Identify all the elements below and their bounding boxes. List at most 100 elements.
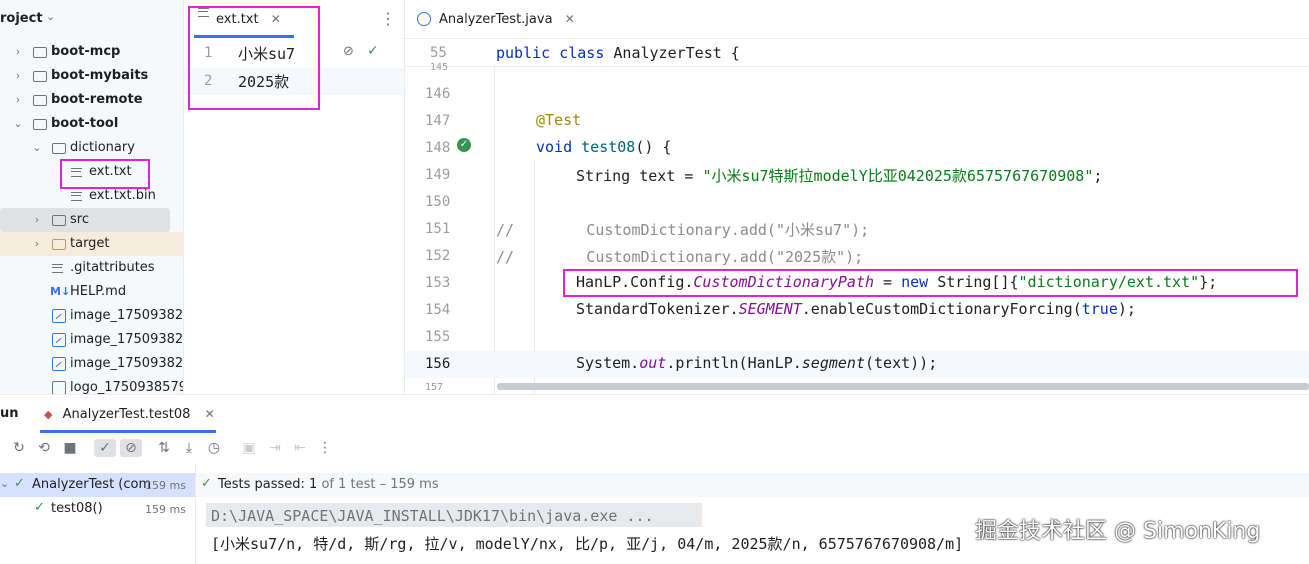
- code-line[interactable]: 2025款: [238, 71, 289, 92]
- code-line[interactable]: StandardTokenizer.SEGMENT.enableCustomDi…: [576, 300, 1136, 318]
- tree-item-label: ext.txt.bin: [89, 188, 156, 203]
- more-options-icon[interactable]: ⋮: [380, 9, 396, 28]
- tree-item-dictionary[interactable]: ⌄ dictionary: [0, 136, 183, 160]
- line-number: 146: [425, 86, 451, 102]
- show-passed-toggle[interactable]: ✓: [94, 439, 116, 457]
- code-line[interactable]: // CustomDictionary.add("小米su7");: [496, 219, 869, 240]
- code-line[interactable]: String text = "小米su7特斯拉modelY比亚042025款65…: [576, 165, 1102, 186]
- tree-item-label: src: [70, 212, 89, 227]
- main-editor: AnalyzerTest.java ✕ 55 public class Anal…: [405, 0, 1309, 394]
- main-tab-bar: AnalyzerTest.java ✕: [405, 0, 1309, 39]
- test-row-selected[interactable]: ⌄ ✓ AnalyzerTest (com 159 ms: [0, 473, 195, 497]
- code-line[interactable]: System.out.println(HanLP.segment(text));: [576, 354, 937, 372]
- line-number: 157: [425, 382, 444, 393]
- tree-item-image[interactable]: image_175093825: [0, 328, 183, 352]
- tree-item-label: boot-tool: [51, 116, 119, 131]
- export-icon[interactable]: ⇤: [291, 439, 309, 457]
- check-icon: ✓: [201, 476, 212, 491]
- keyword: public class: [496, 44, 614, 62]
- import-icon[interactable]: ⇥: [266, 439, 284, 457]
- tree-item-ext-txt-bin[interactable]: ext.txt.bin: [0, 184, 183, 208]
- history-icon[interactable]: ◷: [205, 439, 223, 457]
- tree-item-boot-mcp[interactable]: › boot-mcp: [0, 40, 183, 64]
- chevron-right-icon[interactable]: ›: [12, 88, 24, 112]
- code-text: String text =: [576, 167, 703, 185]
- chevron-down-icon[interactable]: ⌄: [0, 477, 9, 490]
- image-file-icon: [52, 309, 66, 323]
- keyword: new: [901, 273, 929, 291]
- tree-item-label: image_175093825: [70, 332, 184, 347]
- comment-marker: //: [496, 248, 515, 266]
- code-line[interactable]: HanLP.Config.CustomDictionaryPath = new …: [576, 273, 1217, 291]
- tree-item-help-md[interactable]: M↓ HELP.md: [0, 280, 183, 304]
- line-number: 152: [425, 248, 451, 264]
- line-number: 145: [430, 62, 449, 73]
- chevron-down-icon[interactable]: ⌄: [31, 136, 43, 160]
- close-icon[interactable]: ✕: [565, 12, 575, 26]
- tree-item-boot-remote[interactable]: › boot-remote: [0, 88, 183, 112]
- more-options-icon[interactable]: ⋮: [316, 439, 334, 457]
- console-output-line[interactable]: [小米su7/n, 特/d, 斯/rg, 拉/v, modelY/nx, 比/p…: [211, 533, 963, 554]
- check-icon[interactable]: ✓: [367, 43, 379, 59]
- static-field: out: [639, 354, 667, 372]
- console-command-line[interactable]: D:\JAVA_SPACE\JAVA_INSTALL\JDK17\bin\jav…: [211, 507, 654, 525]
- line-number: 148: [425, 140, 451, 156]
- tab-run-analyzertest[interactable]: ◆ AnalyzerTest.test08 ✕: [44, 395, 215, 433]
- tree-item-src[interactable]: › src: [0, 208, 170, 232]
- chevron-right-icon[interactable]: ›: [12, 40, 24, 64]
- tree-item-image[interactable]: image_175093825: [0, 352, 183, 376]
- check-icon: ✓: [14, 476, 25, 491]
- close-icon[interactable]: ✕: [205, 407, 215, 421]
- tab-ext-txt[interactable]: ext.txt ✕: [194, 0, 281, 38]
- stop-icon[interactable]: ■: [61, 439, 79, 457]
- code-text: .println(HanLP.: [666, 354, 802, 372]
- horizontal-scrollbar[interactable]: [497, 383, 1309, 390]
- tree-item-boot-tool[interactable]: ⌄ boot-tool: [0, 112, 183, 136]
- sort-duration-icon[interactable]: ⤓: [180, 439, 198, 457]
- chevron-down-icon[interactable]: ⌄: [46, 10, 55, 23]
- code-line[interactable]: // CustomDictionary.add("2025款");: [496, 246, 863, 267]
- module-folder-icon: [33, 119, 47, 130]
- rerun-failed-icon[interactable]: ⟲: [35, 439, 53, 457]
- tree-item-label: image_175093825: [70, 356, 184, 371]
- folder-icon: [52, 215, 66, 226]
- code-line[interactable]: 小米su7: [238, 43, 295, 64]
- project-title[interactable]: roject: [0, 11, 43, 26]
- method-name: test08: [581, 138, 636, 156]
- code-text: (text));: [865, 354, 938, 372]
- camera-icon[interactable]: ▣: [240, 439, 258, 457]
- tree-item-gitattributes[interactable]: .gitattributes: [0, 256, 183, 280]
- test-row[interactable]: ✓ test08() 159 ms: [0, 497, 195, 521]
- show-ignored-toggle[interactable]: ⊘: [120, 439, 142, 457]
- class-name: AnalyzerTest {: [613, 44, 740, 62]
- tab-analyzertest-java[interactable]: AnalyzerTest.java ✕: [417, 0, 575, 38]
- chevron-right-icon[interactable]: ›: [12, 64, 24, 88]
- tree-item-logo[interactable]: logo_1750938579: [0, 376, 183, 394]
- tree-item-ext-txt[interactable]: ext.txt: [0, 160, 183, 184]
- code-line[interactable]: @Test: [536, 111, 581, 129]
- tree-item-target[interactable]: › target: [0, 232, 183, 256]
- line-number: 55: [430, 45, 447, 61]
- sticky-scroll-header[interactable]: 55 public class AnalyzerTest {: [405, 40, 1309, 67]
- tree-item-image[interactable]: image_175093825: [0, 304, 183, 328]
- code-text: .enableCustomDictionaryForcing(: [801, 300, 1082, 318]
- chevron-down-icon[interactable]: ⌄: [12, 112, 24, 136]
- run-test-icon[interactable]: ✓: [457, 138, 471, 152]
- eye-off-icon[interactable]: ⊘: [343, 44, 354, 59]
- chevron-right-icon[interactable]: ›: [31, 232, 43, 256]
- code-text: );: [1117, 300, 1136, 318]
- image-file-icon: [52, 357, 66, 371]
- code-line[interactable]: void test08() {: [536, 138, 671, 156]
- sort-alpha-icon[interactable]: ⇅: [155, 439, 173, 457]
- tree-item-boot-mybaits[interactable]: › boot-mybaits: [0, 64, 183, 88]
- rerun-icon[interactable]: ↻: [10, 439, 28, 457]
- text-file-icon: [52, 264, 63, 273]
- test-status-detail: of 1 test – 159 ms: [317, 477, 439, 492]
- line-number: 154: [425, 302, 451, 318]
- run-panel: un ◆ AnalyzerTest.test08 ✕ ↻ ⟲ ■ ✓ ⊘ ⇅ ⤓…: [0, 394, 1309, 564]
- line-number: 153: [425, 275, 451, 291]
- chevron-right-icon[interactable]: ›: [31, 208, 43, 232]
- text-file-icon: [198, 8, 209, 17]
- code-text: System.: [576, 354, 640, 372]
- close-icon[interactable]: ✕: [271, 12, 281, 26]
